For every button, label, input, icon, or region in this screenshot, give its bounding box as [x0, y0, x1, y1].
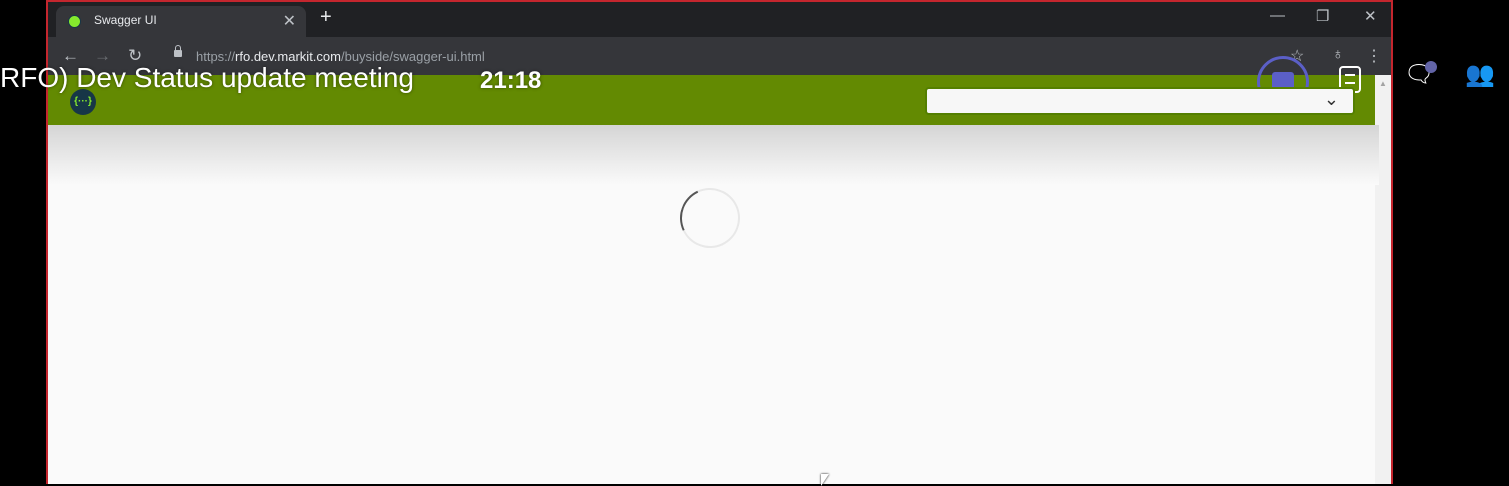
chat-notification-badge [1425, 61, 1437, 73]
lock-icon [174, 45, 182, 57]
browser-tab-strip: Swagger UI ✕ + — ❐ ✕ [48, 2, 1391, 37]
loading-spinner-icon [671, 179, 749, 257]
minimize-button[interactable]: — [1270, 7, 1285, 24]
swagger-logo-icon[interactable]: {···} [70, 89, 96, 115]
people-add-icon[interactable]: 👥 [1465, 60, 1495, 89]
meeting-timer: 21:18 [480, 67, 542, 94]
tab-title: Swagger UI [94, 13, 157, 27]
extension-icon[interactable]: ♁ [1332, 46, 1344, 64]
spec-select-dropdown[interactable] [925, 87, 1355, 115]
restore-button[interactable]: ❐ [1316, 7, 1329, 25]
browser-tab-swagger[interactable]: Swagger UI ✕ [56, 6, 306, 37]
new-tab-button[interactable]: + [320, 6, 332, 29]
scroll-up-arrow-icon[interactable]: ▲ [1379, 79, 1387, 88]
tab-close-icon[interactable]: ✕ [283, 11, 296, 31]
browser-menu-icon[interactable]: ⋮ [1366, 46, 1382, 66]
mouse-cursor-icon [821, 474, 829, 486]
meeting-title: RFO) Dev Status update meeting [0, 62, 414, 93]
window-close-button[interactable]: ✕ [1364, 7, 1377, 25]
loading-shade [48, 125, 1379, 185]
swagger-favicon-icon [68, 15, 81, 28]
